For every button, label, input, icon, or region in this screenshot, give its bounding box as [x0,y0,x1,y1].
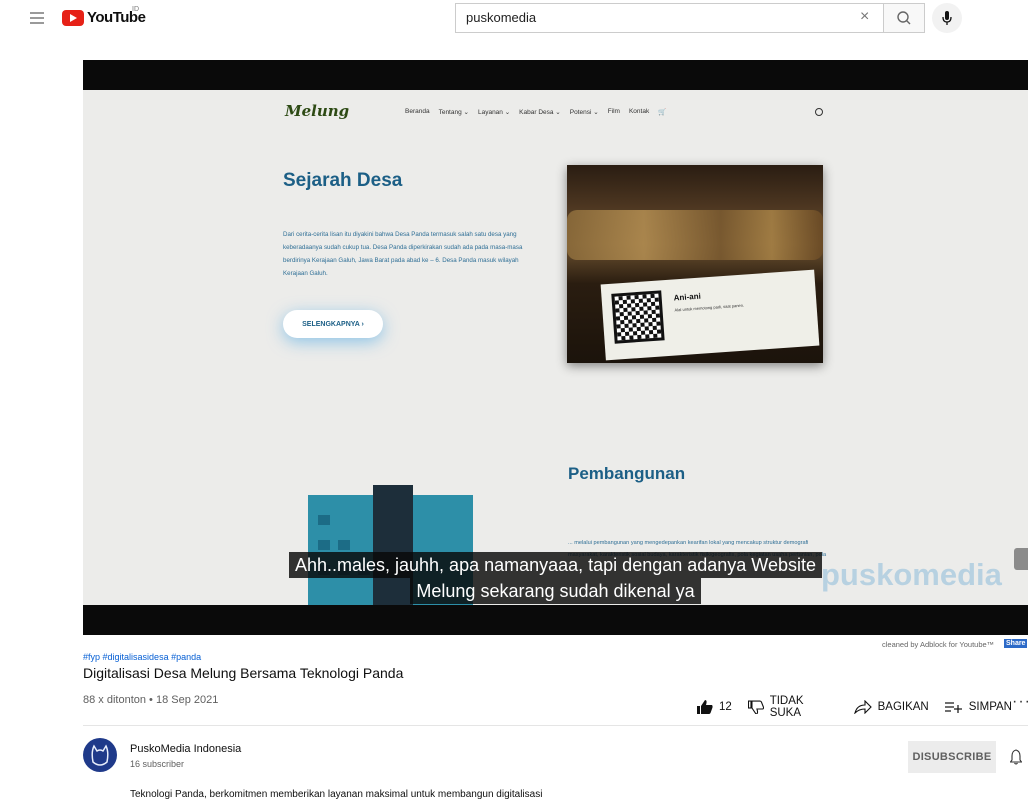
video-actions: 12 TIDAK SUKA BAGIKAN SIMPAN [697,695,1028,719]
hashtags: #fyp #digitalisasidesa #panda [83,652,201,662]
hashtag-link[interactable]: #panda [171,652,201,662]
channel-name[interactable]: PuskoMedia Indonesia [130,743,241,755]
section-paragraph: Dari cerita-cerita lisan itu diyakini ba… [283,231,523,277]
hashtag-link[interactable]: #digitalisasidesa [103,652,169,662]
clear-search-icon[interactable]: × [860,9,869,25]
dislike-button[interactable]: TIDAK SUKA [747,695,838,719]
video-frame: Melung Beranda Tentang ⌄ Layanan ⌄ Kabar… [83,90,1028,605]
playlist-add-icon [944,702,962,713]
voice-search-button[interactable] [932,3,962,33]
site-nav-item: Layanan ⌄ [477,109,511,116]
divider [83,725,1028,726]
site-nav-item: Tentang ⌄ [438,109,469,116]
youtube-logo[interactable]: YouTube ID [62,6,146,26]
video-title: Digitalisasi Desa Melung Bersama Teknolo… [83,665,404,681]
card-text: Alat untuk memotong padi, saat panen. [674,302,745,313]
qr-code-icon [611,290,665,344]
channel-avatar[interactable] [83,738,117,772]
logo-country-badge: ID [132,6,139,13]
site-nav-item: Film [607,108,620,115]
wooden-tool [567,210,823,260]
site-nav-item: Beranda [405,108,430,115]
notification-bell-button[interactable] [1009,749,1023,770]
subtitles: Ahh..males, jauhh, apa namanyaaa, tapi d… [83,552,1028,604]
adblock-note: cleaned by Adblock for Youtube™ [882,640,995,649]
share-button[interactable]: BAGIKAN [853,700,929,714]
artifact-photo: Ani-ani Alat untuk memotong padi, saat p… [567,165,823,363]
save-button[interactable]: SIMPAN [944,700,1012,714]
menu-icon[interactable] [30,12,44,24]
youtube-play-icon [62,9,84,26]
cat-logo-icon [91,744,109,766]
site-nav-item: Kontak [628,108,650,115]
read-more-button: SELENGKAPNYA › [283,310,383,338]
site-logo: Melung [285,102,350,120]
like-button[interactable]: 12 [697,700,732,714]
mic-icon [942,11,952,25]
thumbs-down-icon [747,700,764,714]
bell-icon [1009,749,1023,765]
adblock-share-button[interactable]: Share [1004,639,1028,648]
share-icon [853,700,872,714]
cart-icon: 🛒 [658,109,667,116]
thumbs-up-icon [697,700,713,714]
site-nav-item: Kabar Desa ⌄ [519,109,561,116]
video-description: Teknologi Panda, berkomitmen memberikan … [130,789,543,800]
save-label: SIMPAN [968,701,1012,713]
dislike-label: TIDAK SUKA [769,695,804,719]
site-nav: Beranda Tentang ⌄ Layanan ⌄ Kabar Desa ⌄… [405,108,666,116]
top-bar: YouTube ID puskomedia × [0,0,1028,40]
more-actions-icon[interactable]: ··· [1012,693,1028,711]
hashtag-link[interactable]: #fyp [83,652,100,662]
video-meta: 88 x ditonton • 18 Sep 2021 [83,694,219,706]
share-label: BAGIKAN [877,701,929,713]
section-heading-2: Pembangunan [568,464,686,483]
site-search-icon [815,108,823,116]
like-count: 12 [719,701,732,713]
subtitle-line: Ahh..males, jauhh, apa namanyaaa, tapi d… [288,552,823,578]
subtitle-line: Melung sekarang sudah dikenal ya [410,578,701,604]
search-icon [897,11,911,25]
search-button[interactable] [883,3,925,33]
qr-info-card: Ani-ani Alat untuk memotong padi, saat p… [600,269,820,361]
card-title: Ani-ani [673,291,702,303]
scroll-up-icon[interactable] [1014,548,1028,570]
site-nav-item: Potensi ⌄ [569,109,599,116]
video-player[interactable]: Melung Beranda Tentang ⌄ Layanan ⌄ Kabar… [83,60,1028,635]
subscriber-count: 16 subscriber [130,759,185,769]
section-heading: Sejarah Desa [283,170,403,191]
unsubscribe-button[interactable]: DISUBSCRIBE [908,741,996,773]
search-input[interactable]: puskomedia [455,3,883,33]
